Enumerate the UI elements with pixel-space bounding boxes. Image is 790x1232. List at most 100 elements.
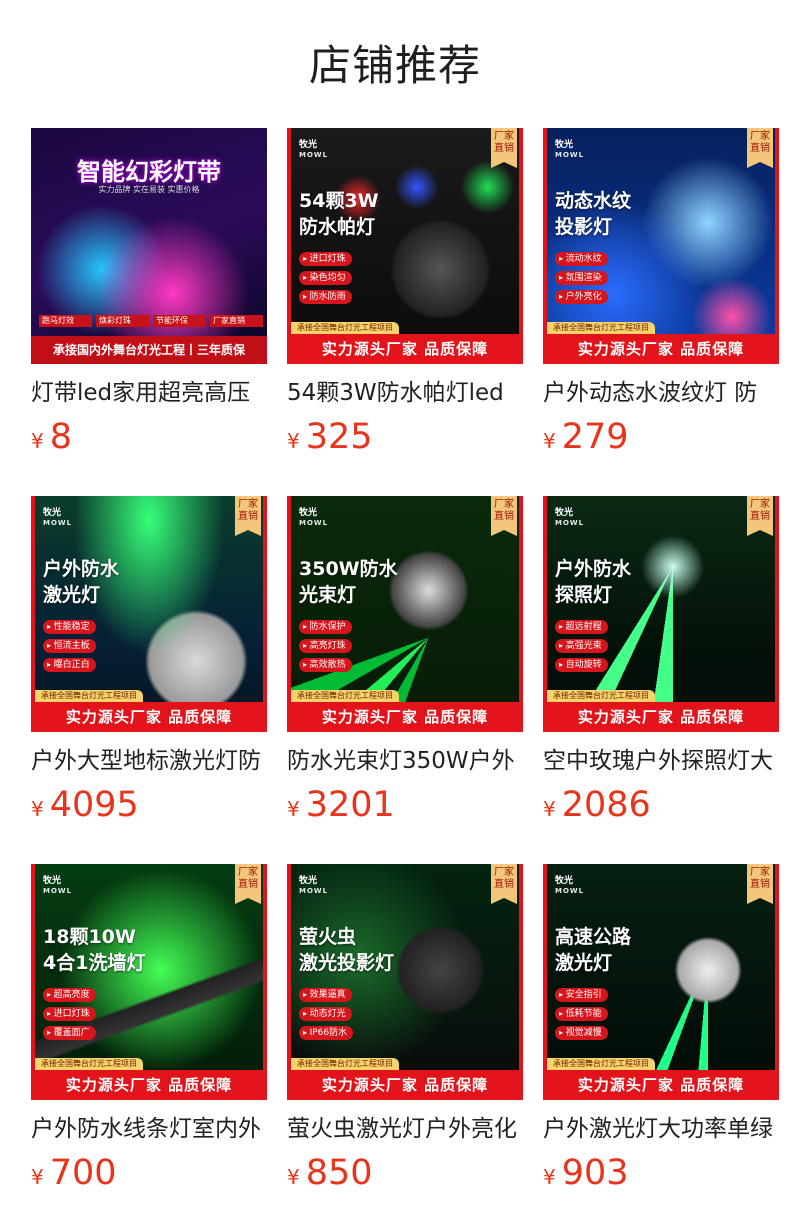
brand-logo: 牧光 MOWL — [43, 876, 72, 896]
price-value: 2086 — [561, 785, 651, 825]
brand-name-en: MOWL — [299, 151, 329, 159]
currency-symbol: ¥ — [287, 429, 300, 453]
product-card[interactable]: 牧光MOWL 厂家直销 54颗3W 防水帕灯进口灯珠染色均匀防水防雨承接全国舞台灯光… — [287, 128, 523, 464]
image-feature: 自动旋转 — [555, 658, 608, 672]
store-recommendation-page: 店铺推荐 智能幻彩灯带 实力品牌 实在易装 实惠价格 跑马灯效 焕彩灯珠 节能环保 厂家直… — [0, 0, 790, 1232]
product-price: ¥2086 — [543, 784, 651, 826]
image-headline: 户外防水 探照灯 — [555, 558, 632, 606]
product-name[interactable]: 萤火虫激光灯户外亮化 — [287, 1112, 523, 1146]
product-name[interactable]: 户外大型地标激光灯防 — [31, 744, 267, 778]
product-price: ¥903 — [543, 1152, 629, 1194]
image-feature-list: 安全指引低耗节能视觉减慢 — [555, 988, 608, 1045]
product-price: ¥700 — [31, 1152, 117, 1194]
image-banner: 实力源头厂家 品质保障 — [543, 1070, 779, 1100]
image-feature: 动态灯光 — [299, 1007, 352, 1021]
factory-direct-tag: 厂家直销 — [235, 864, 261, 904]
price-value: 8 — [49, 417, 73, 457]
product-image[interactable]: 牧光MOWL 厂家直销户外防水 探照灯超远射程高强光束自动旋转承接全国舞台灯光工程… — [543, 496, 779, 732]
product-name[interactable]: 空中玫瑰户外探照灯大 — [543, 744, 779, 778]
image-banner: 实力源头厂家 品质保障 — [31, 702, 267, 732]
product-name[interactable]: 灯带led家用超亮高压 — [31, 376, 267, 410]
product-price: ¥8 — [31, 416, 72, 458]
product-card[interactable]: 牧光MOWL 厂家直销动态水纹 投影灯流动水纹氛围渲染户外亮化承接全国舞台灯光工程… — [543, 128, 779, 464]
currency-symbol: ¥ — [31, 429, 44, 453]
image-feature: 跑马灯效 — [39, 315, 92, 327]
image-headline: 18颗10W 4合1洗墙灯 — [43, 926, 146, 974]
project-strip: 承接全国舞台灯光工程项目 — [547, 690, 655, 702]
image-feature: 超高亮度 — [43, 988, 96, 1002]
project-strip: 承接全国舞台灯光工程项目 — [35, 690, 143, 702]
factory-direct-tag: 厂家直销 — [747, 864, 773, 904]
brand-name: 牧光 — [299, 140, 318, 150]
image-feature: 曝白正白 — [43, 658, 96, 672]
product-name[interactable]: 54颗3W防水帕灯led — [287, 376, 523, 410]
product-image[interactable]: 牧光MOWL 厂家直销萤火虫 激光投影灯效果逼真动态灯光 IP66防水承接全国舞台灯… — [287, 864, 523, 1100]
product-name[interactable]: 户外防水线条灯室内外 — [31, 1112, 267, 1146]
image-feature: 高亮灯珠 — [299, 639, 352, 653]
image-banner: 承接国内外舞台灯光工程丨三年质保 — [31, 336, 267, 364]
image-feature-list: 超高亮度进口灯珠覆盖面广 — [43, 988, 96, 1045]
brand-name-en: MOWL — [43, 519, 73, 527]
product-name[interactable]: 户外激光灯大功率单绿 — [543, 1112, 779, 1146]
image-subline: 实力品牌 实在易装 实惠价格 — [98, 185, 200, 194]
brand-logo: 牧光 MOWL — [299, 140, 328, 160]
product-image[interactable]: 牧光MOWL 厂家直销 18颗10W 4合1洗墙灯超高亮度进口灯珠覆盖面广承接全国舞… — [31, 864, 267, 1100]
brand-name-en: MOWL — [299, 519, 329, 527]
currency-symbol: ¥ — [543, 797, 556, 821]
image-feature-list: 流动水纹氛围渲染户外亮化 — [555, 252, 608, 309]
product-card[interactable]: 智能幻彩灯带 实力品牌 实在易装 实惠价格 跑马灯效 焕彩灯珠 节能环保 厂家直销 承接国内… — [31, 128, 267, 464]
product-name[interactable]: 防水光束灯350W户外 — [287, 744, 523, 778]
project-strip: 承接全国舞台灯光工程项目 — [547, 1058, 655, 1070]
project-strip: 承接全国舞台灯光工程项目 — [291, 1058, 399, 1070]
product-image[interactable]: 牧光MOWL 厂家直销动态水纹 投影灯流动水纹氛围渲染户外亮化承接全国舞台灯光工程… — [543, 128, 779, 364]
product-image[interactable]: 牧光MOWL 厂家直销户外防水 激光灯性能稳定恒流主板曝白正白承接全国舞台灯光工程… — [31, 496, 267, 732]
image-feature: 染色均匀 — [299, 271, 352, 285]
image-headline: 动态水纹 投影灯 — [555, 190, 632, 238]
project-strip: 承接全国舞台灯光工程项目 — [291, 690, 399, 702]
image-feature: 效果逼真 — [299, 988, 352, 1002]
product-card[interactable]: 牧光MOWL 厂家直销户外防水 探照灯超远射程高强光束自动旋转承接全国舞台灯光工程… — [543, 496, 779, 832]
brand-name: 牧光 — [555, 876, 574, 886]
currency-symbol: ¥ — [31, 797, 44, 821]
product-image[interactable]: 智能幻彩灯带 实力品牌 实在易装 实惠价格 跑马灯效 焕彩灯珠 节能环保 厂家直销 承接国内… — [31, 128, 267, 364]
price-value: 850 — [305, 1153, 373, 1193]
product-card[interactable]: 牧光MOWL 厂家直销萤火虫 激光投影灯效果逼真动态灯光 IP66防水承接全国舞台灯… — [287, 864, 523, 1200]
price-value: 903 — [561, 1153, 629, 1193]
image-headline: 户外防水 激光灯 — [43, 558, 120, 606]
product-card[interactable]: 牧光MOWL 厂家直销高速公路 激光灯安全指引低耗节能视觉减慢承接全国舞台灯光工程… — [543, 864, 779, 1200]
image-feature: 高强光束 — [555, 639, 608, 653]
currency-symbol: ¥ — [543, 1165, 556, 1189]
product-card[interactable]: 牧光MOWL 厂家直销 350W防水 光束灯防水保护高亮灯珠高效散热承接全国舞台灯光… — [287, 496, 523, 832]
brand-logo: 牧光 MOWL — [299, 876, 328, 896]
price-value: 3201 — [305, 785, 395, 825]
brand-logo: 牧光 MOWL — [555, 508, 584, 528]
image-feature: 高效散热 — [299, 658, 352, 672]
page-title: 店铺推荐 — [308, 41, 481, 90]
factory-direct-tag: 厂家直销 — [491, 496, 517, 536]
product-image[interactable]: 牧光MOWL 厂家直销高速公路 激光灯安全指引低耗节能视觉减慢承接全国舞台灯光工程… — [543, 864, 779, 1100]
product-card[interactable]: 牧光MOWL 厂家直销户外防水 激光灯性能稳定恒流主板曝白正白承接全国舞台灯光工程… — [31, 496, 267, 832]
product-card[interactable]: 牧光MOWL 厂家直销 18颗10W 4合1洗墙灯超高亮度进口灯珠覆盖面广承接全国舞… — [31, 864, 267, 1200]
brand-name-en: MOWL — [555, 519, 585, 527]
price-value: 325 — [305, 417, 373, 457]
brand-logo: 牧光 MOWL — [43, 508, 72, 528]
product-name[interactable]: 户外动态水波纹灯 防 — [543, 376, 779, 410]
image-feature: 流动水纹 — [555, 252, 608, 266]
image-banner: 实力源头厂家 品质保障 — [287, 1070, 523, 1100]
image-headline: 萤火虫 激光投影灯 — [299, 926, 395, 974]
image-feature: 恒流主板 — [43, 639, 96, 653]
product-price: ¥4095 — [31, 784, 139, 826]
image-feature-list: 防水保护高亮灯珠高效散热 — [299, 620, 352, 677]
image-headline: 350W防水 光束灯 — [299, 558, 398, 606]
brand-name-en: MOWL — [555, 887, 585, 895]
image-headline: 54颗3W 防水帕灯 — [299, 190, 379, 238]
product-image[interactable]: 牧光MOWL 厂家直销 350W防水 光束灯防水保护高亮灯珠高效散热承接全国舞台灯光… — [287, 496, 523, 732]
brand-name: 牧光 — [299, 876, 318, 886]
image-feature: 超远射程 — [555, 620, 608, 634]
price-value: 279 — [561, 417, 629, 457]
image-feature: 性能稳定 — [43, 620, 96, 634]
image-feature: 低耗节能 — [555, 1007, 608, 1021]
image-feature-list: 效果逼真动态灯光 IP66防水 — [299, 988, 354, 1045]
factory-direct-tag: 厂家直销 — [235, 496, 261, 536]
product-image[interactable]: 牧光MOWL 厂家直销 54颗3W 防水帕灯进口灯珠染色均匀防水防雨承接全国舞台灯光… — [287, 128, 523, 364]
